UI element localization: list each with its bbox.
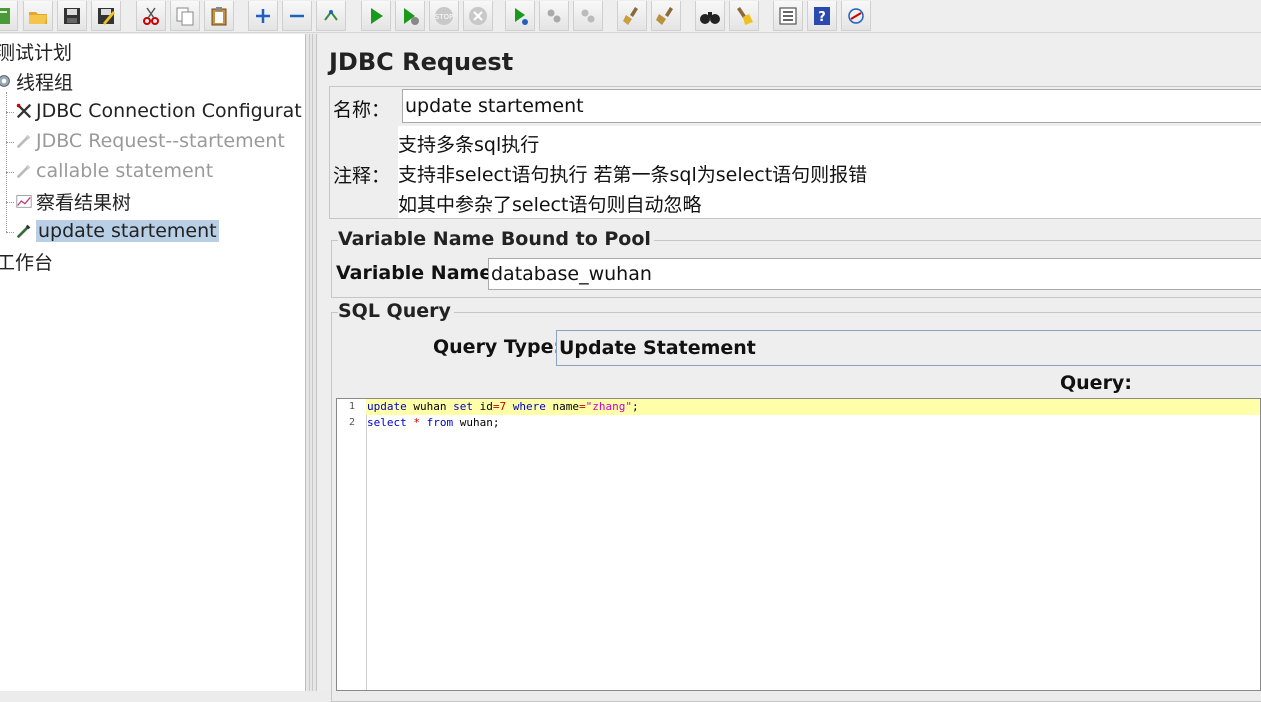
- broom-icon: [623, 6, 638, 25]
- tree-item-jdbc-request-startement[interactable]: JDBC Request--startement: [14, 128, 285, 154]
- toggle-icon: [324, 9, 338, 21]
- function-helper-button[interactable]: [773, 1, 803, 31]
- tree-item-label: 线程组: [16, 71, 74, 94]
- expand-button[interactable]: [248, 1, 278, 31]
- binoculars-icon: [700, 11, 720, 24]
- tree-item-label: JDBC Request--startement: [36, 130, 285, 152]
- open-button[interactable]: [23, 1, 53, 31]
- remote-start-button[interactable]: [505, 1, 535, 31]
- name-comment-box: 名称： update startement 注释： 支持多条sql执行 支持非s…: [329, 86, 1261, 219]
- collapse-button[interactable]: [282, 1, 312, 31]
- clear-button[interactable]: [617, 1, 647, 31]
- tree-item-label: 测试计划: [0, 41, 73, 64]
- query-type-label: Query Type:: [433, 336, 562, 358]
- search-button[interactable]: [695, 1, 725, 31]
- name-label: 名称：: [333, 99, 391, 121]
- split-pane-divider[interactable]: [305, 34, 317, 691]
- copy-button[interactable]: [170, 1, 200, 31]
- variable-name-field[interactable]: database_wuhan: [488, 258, 1261, 290]
- stop-icon: STOP: [435, 6, 453, 25]
- save-as-button[interactable]: [91, 1, 121, 31]
- pipette-icon: [14, 131, 34, 151]
- svg-text:?: ?: [818, 10, 826, 25]
- pool-group-title: Variable Name Bound to Pool: [338, 228, 654, 250]
- comment-field[interactable]: 支持多条sql执行 支持非select语句执行 若第一条sql为select语句…: [398, 126, 1261, 218]
- play-no-pause-icon: [404, 7, 419, 25]
- save-as-icon: [98, 7, 115, 25]
- toggle-button[interactable]: [316, 1, 346, 31]
- paste-button[interactable]: [204, 1, 234, 31]
- log-viewer-button[interactable]: [841, 1, 871, 31]
- tree-item-label: JDBC Connection Configurat: [36, 100, 302, 122]
- remote-stop-button[interactable]: [539, 1, 569, 31]
- start-no-pause-button[interactable]: [395, 1, 425, 31]
- open-folder-icon: [29, 11, 47, 24]
- tree-item-update-startement[interactable]: update startement: [14, 218, 219, 244]
- svg-text:STOP: STOP: [435, 13, 453, 21]
- copy-icon: [176, 7, 194, 25]
- save-button[interactable]: [57, 1, 87, 31]
- tree-item-jdbc-connection-config[interactable]: JDBC Connection Configurat: [14, 98, 302, 124]
- remote-exit-button[interactable]: [573, 1, 603, 31]
- test-plan-tree: 测试计划 线程组 JDBC Connection Configurat JDBC…: [0, 34, 305, 691]
- code-line-1: update wuhan set id=7 where name="zhang"…: [366, 399, 1260, 415]
- reset-broom-icon: [737, 6, 753, 25]
- chart-icon: [14, 191, 34, 211]
- shutdown-button[interactable]: [463, 1, 493, 31]
- comment-line: 支持多条sql执行: [398, 134, 540, 156]
- toolbar: STOP ?: [0, 0, 1261, 33]
- tree-item-label: callable statement: [36, 160, 214, 182]
- panel-title: JDBC Request: [329, 48, 514, 76]
- tree-item-label: 察看结果树: [36, 191, 132, 214]
- paste-icon: [211, 6, 227, 25]
- templates-button[interactable]: [0, 1, 18, 31]
- broom-all-icon: [656, 6, 673, 25]
- gear-icon: [0, 71, 14, 91]
- pipette-icon: [14, 221, 34, 241]
- shutdown-icon: [469, 6, 487, 25]
- list-icon: [779, 7, 797, 24]
- variable-name-label: Variable Name:: [336, 262, 500, 284]
- play-icon: [371, 7, 383, 24]
- stop-button[interactable]: STOP: [429, 1, 459, 31]
- comment-label: 注释：: [333, 165, 391, 187]
- pipette-icon: [14, 161, 34, 181]
- clear-all-button[interactable]: [651, 1, 681, 31]
- cut-button[interactable]: [136, 1, 166, 31]
- line-number-gutter: 1 2: [337, 399, 367, 690]
- minus-icon: [290, 14, 304, 17]
- comment-line: 支持非select语句执行 若第一条sql为select语句则报错: [398, 164, 868, 186]
- templates-icon: [0, 7, 10, 24]
- save-icon: [64, 7, 80, 24]
- tree-item-label: update startement: [36, 220, 219, 242]
- query-label: Query:: [1060, 372, 1132, 394]
- comment-line: 如其中参杂了select语句则自动忽略: [398, 194, 702, 216]
- tree-item-view-results-tree[interactable]: 察看结果树: [14, 188, 131, 214]
- sql-query-group-title: SQL Query: [338, 300, 454, 322]
- line-number: 2: [348, 417, 355, 428]
- remote-exit-icon: [581, 9, 595, 22]
- tree-item-test-plan[interactable]: 测试计划: [0, 38, 72, 64]
- log-viewer-icon: [848, 7, 864, 24]
- tree-item-callable-statement[interactable]: callable statement: [14, 158, 213, 184]
- scissors-icon: [143, 7, 159, 25]
- remote-stop-icon: [547, 9, 561, 22]
- line-number: 1: [348, 401, 355, 412]
- tree-item-thread-group[interactable]: 线程组: [0, 68, 73, 94]
- code-line-2: select * from wuhan;: [367, 416, 500, 429]
- query-type-select[interactable]: Update Statement: [556, 330, 1261, 366]
- plus-icon: [256, 8, 270, 23]
- sql-query-editor[interactable]: 1 2 update wuhan set id=7 where name="zh…: [336, 398, 1261, 691]
- start-button[interactable]: [361, 1, 391, 31]
- remote-start-icon: [515, 7, 528, 25]
- tree-item-workbench[interactable]: 工作台: [0, 248, 53, 274]
- jdbc-request-panel: JDBC Request 名称： update startement 注释： 支…: [318, 34, 1261, 702]
- help-icon: ?: [814, 6, 830, 25]
- name-field[interactable]: update startement: [402, 89, 1261, 123]
- wrench-screwdriver-icon: [14, 101, 34, 121]
- tree-item-label: 工作台: [0, 251, 54, 274]
- reset-search-button[interactable]: [729, 1, 759, 31]
- help-button[interactable]: ?: [807, 1, 837, 31]
